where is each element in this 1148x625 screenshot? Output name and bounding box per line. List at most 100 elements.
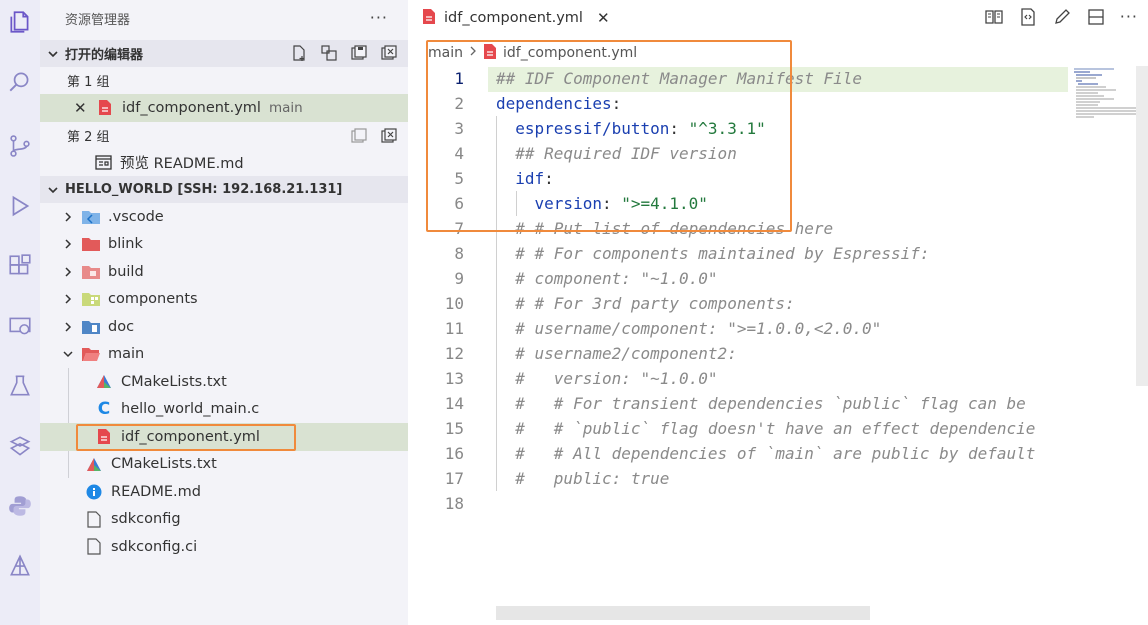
compare-icon[interactable]	[1018, 7, 1038, 27]
tree-file-cmakelists-root[interactable]: CMakeLists.txt	[40, 451, 408, 479]
close-all-icon[interactable]	[380, 44, 398, 62]
code-line[interactable]: 4 ## Required IDF version	[408, 141, 1068, 166]
indent-guide	[516, 191, 517, 216]
code-text: # component: "~1.0.0"	[496, 269, 717, 288]
minimap[interactable]	[1070, 66, 1146, 566]
open-editor-idf-component[interactable]: ✕ idf_component.yml main	[40, 94, 408, 122]
file-icon	[85, 510, 103, 528]
open-editor-desc: main	[268, 99, 303, 116]
tree-folder-components[interactable]: components	[40, 286, 408, 314]
split-editor-icon[interactable]	[1086, 7, 1106, 27]
vertical-scrollbar[interactable]	[1136, 66, 1148, 386]
extensions-icon[interactable]	[0, 246, 40, 286]
code-text: # # Put list of dependencies here	[496, 219, 833, 238]
cmake-icon	[85, 455, 103, 473]
tree-folder-main[interactable]: main	[40, 341, 408, 369]
code-line[interactable]: 12 # username2/component2:	[408, 341, 1068, 366]
workspace-section[interactable]: HELLO_WORLD [SSH: 192.168.21.131]	[40, 176, 408, 203]
chevron-right-icon	[60, 238, 76, 250]
code-line[interactable]: 8 # # For components maintained by Espre…	[408, 241, 1068, 266]
tab-close-button[interactable]: ✕	[597, 9, 610, 27]
tree-item-label: build	[108, 263, 144, 280]
code-token: # # `public` flag doesn't have an effect…	[496, 419, 1036, 438]
remote-explorer-icon[interactable]	[0, 306, 40, 346]
more-actions-button[interactable]: ···	[370, 8, 388, 27]
code-line[interactable]: 18	[408, 491, 1068, 516]
tree-item-label: CMakeLists.txt	[111, 456, 217, 473]
save-all-icon[interactable]	[350, 44, 368, 62]
tree-folder-blink[interactable]: blink	[40, 231, 408, 259]
code-token: ## IDF Component Manager Manifest File	[496, 69, 863, 88]
new-group-icon[interactable]	[320, 44, 338, 62]
code-editor[interactable]: 1 ## IDF Component Manager Manifest File 2…	[408, 66, 1068, 566]
espressif-icon[interactable]	[0, 426, 40, 466]
code-token: # # For transient dependencies `public` …	[496, 394, 1026, 413]
code-line[interactable]: 3 espressif/button: "^3.3.1"	[408, 116, 1068, 141]
code-line[interactable]: 9 # component: "~1.0.0"	[408, 266, 1068, 291]
python-icon[interactable]	[0, 486, 40, 526]
code-token: # username2/component2:	[496, 344, 737, 363]
testing-icon[interactable]	[0, 366, 40, 406]
code-line[interactable]: 11 # username/component: ">=1.0.0,<2.0.0…	[408, 316, 1068, 341]
explorer-icon[interactable]	[0, 2, 40, 42]
tree-file-sdkconfig[interactable]: sdkconfig	[40, 506, 408, 534]
edit-pencil-icon[interactable]	[1052, 7, 1072, 27]
code-line[interactable]: 17 # public: true	[408, 466, 1068, 491]
save-all-icon[interactable]	[350, 127, 368, 145]
open-preview-icon[interactable]	[984, 7, 1004, 27]
tree-folder-build[interactable]: build	[40, 258, 408, 286]
code-token: :	[544, 169, 554, 188]
horizontal-scrollbar[interactable]	[496, 606, 870, 620]
code-text: version: ">=4.1.0"	[496, 194, 708, 213]
code-line[interactable]: 5 idf:	[408, 166, 1068, 191]
close-icon[interactable]: ✕	[74, 99, 88, 117]
run-debug-icon[interactable]	[0, 186, 40, 226]
tree-file-sdkconfig-ci[interactable]: sdkconfig.ci	[40, 533, 408, 561]
code-line[interactable]: 10 # # For 3rd party components:	[408, 291, 1068, 316]
code-line[interactable]: 6 version: ">=4.1.0"	[408, 191, 1068, 216]
tree-file-cmakelists-main[interactable]: CMakeLists.txt	[40, 368, 408, 396]
tree-item-label: CMakeLists.txt	[121, 373, 227, 390]
yaml-file-icon	[422, 8, 436, 29]
code-line[interactable]: 15 # # `public` flag doesn't have an eff…	[408, 416, 1068, 441]
tree-item-label: README.md	[111, 483, 201, 500]
line-number: 1	[454, 69, 464, 88]
tab-idf-component[interactable]: idf_component.yml ✕	[408, 0, 620, 36]
search-icon[interactable]	[0, 62, 40, 102]
open-editors-section[interactable]: 打开的编辑器	[40, 40, 408, 67]
code-line[interactable]: 1 ## IDF Component Manager Manifest File	[408, 66, 1068, 91]
code-text: # version: "~1.0.0"	[496, 369, 717, 388]
code-line[interactable]: 16 # # All dependencies of `main` are pu…	[408, 441, 1068, 466]
code-text: # # All dependencies of `main` are publi…	[496, 444, 1035, 463]
code-line[interactable]: 7 # # Put list of dependencies here	[408, 216, 1068, 241]
idf-icon[interactable]	[0, 546, 40, 586]
line-number: 16	[444, 444, 464, 463]
code-text: ## IDF Component Manager Manifest File	[496, 69, 862, 88]
chevron-right-icon	[60, 293, 76, 305]
close-group-icon[interactable]	[380, 127, 398, 145]
tree-item-label: doc	[108, 318, 135, 335]
source-control-icon[interactable]	[0, 126, 40, 166]
code-line[interactable]: 2 dependencies:	[408, 91, 1068, 116]
code-token: # public: true	[496, 469, 670, 488]
open-editor-file-label: idf_component.yml	[122, 99, 261, 116]
more-actions-button[interactable]: ···	[1120, 7, 1138, 27]
group-2-label: 第 2 组	[67, 129, 110, 145]
tree-folder-doc[interactable]: doc	[40, 313, 408, 341]
tree-folder-vscode[interactable]: .vscode	[40, 203, 408, 231]
line-number: 15	[444, 419, 464, 438]
breadcrumb-file[interactable]: idf_component.yml	[503, 45, 637, 61]
tree-file-readme[interactable]: README.md	[40, 478, 408, 506]
code-text: idf:	[496, 169, 554, 188]
code-line[interactable]: 13 # version: "~1.0.0"	[408, 366, 1068, 391]
new-file-icon[interactable]	[290, 44, 308, 62]
code-text: # # `public` flag doesn't have an effect…	[496, 419, 1035, 438]
breadcrumb-folder[interactable]: main	[428, 45, 463, 61]
code-token: :	[611, 94, 622, 113]
code-text: # # For transient dependencies `public` …	[496, 394, 1026, 413]
tree-file-idf-component[interactable]: idf_component.yml	[40, 423, 408, 451]
open-editor-readme-preview[interactable]: 预览 README.md	[40, 149, 408, 177]
code-line[interactable]: 14 # # For transient dependencies `publi…	[408, 391, 1068, 416]
tree-item-label: components	[108, 291, 198, 308]
tree-file-hello-world-main[interactable]: C hello_world_main.c	[40, 396, 408, 424]
